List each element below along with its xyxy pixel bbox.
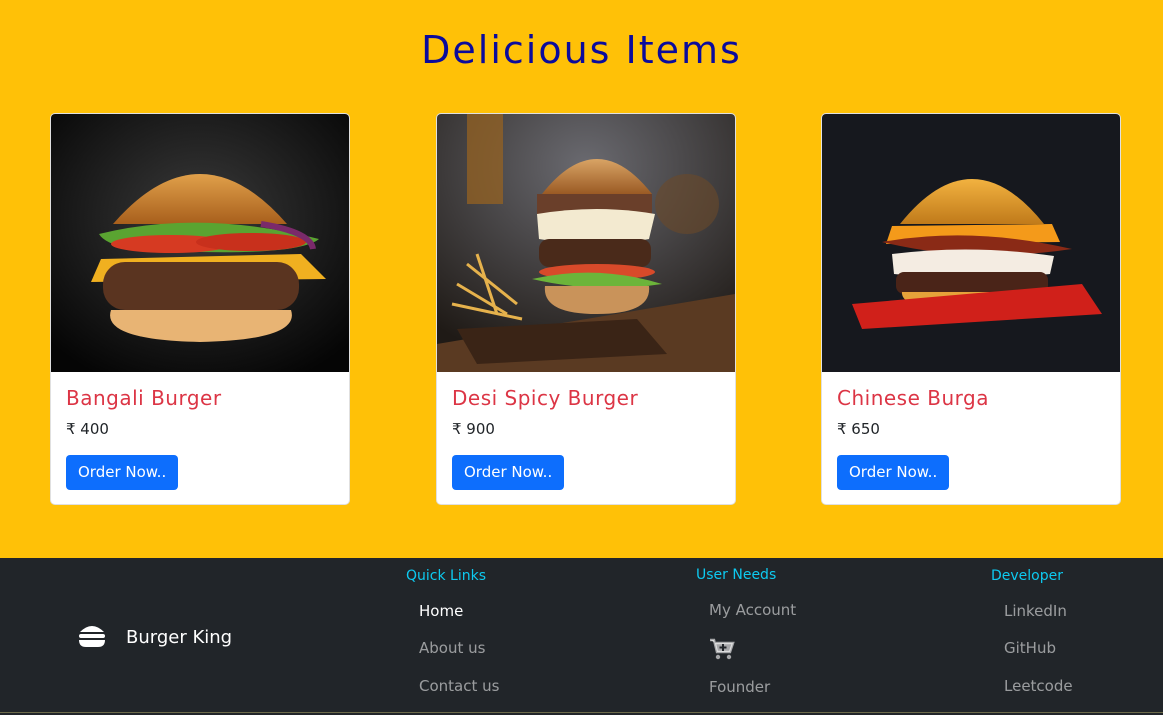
product-card: Desi Spicy Burger ₹ 900 Order Now..: [436, 113, 736, 505]
footer-link-founder[interactable]: Founder: [709, 678, 770, 696]
product-price: ₹ 650: [837, 420, 880, 438]
footer-divider: [0, 712, 1163, 713]
product-price: ₹ 400: [66, 420, 109, 438]
footer-link-github[interactable]: GitHub: [1004, 639, 1056, 657]
user-needs-title: User Needs: [696, 567, 777, 583]
product-card: Chinese Burga ₹ 650 Order Now..: [821, 113, 1121, 505]
footer-link-leetcode[interactable]: Leetcode: [1004, 677, 1073, 695]
order-now-button[interactable]: Order Now..: [452, 455, 565, 490]
product-image: [822, 114, 1120, 372]
items-section: Delicious Items Bangali Burger ₹ 400 Ord…: [0, 0, 1163, 558]
footer-link-linkedin[interactable]: LinkedIn: [1004, 602, 1067, 620]
order-now-button[interactable]: Order Now..: [837, 455, 950, 490]
product-card: Bangali Burger ₹ 400 Order Now..: [50, 113, 350, 505]
product-price: ₹ 900: [452, 420, 495, 438]
footer-link-home[interactable]: Home: [419, 602, 463, 620]
product-image: [51, 114, 349, 372]
product-title: Chinese Burga: [837, 386, 989, 410]
product-image: [437, 114, 735, 372]
order-now-button[interactable]: Order Now..: [66, 455, 179, 490]
burger-icon: [78, 622, 106, 652]
cart-plus-icon[interactable]: [709, 638, 735, 664]
footer-link-about[interactable]: About us: [419, 639, 485, 657]
product-title: Desi Spicy Burger: [452, 386, 639, 410]
footer-brand[interactable]: Burger King: [78, 622, 232, 652]
brand-name: Burger King: [126, 626, 233, 648]
site-footer: Burger King Quick Links Home About us Co…: [0, 558, 1163, 715]
product-title: Bangali Burger: [66, 386, 222, 410]
developer-title: Developer: [991, 568, 1064, 584]
footer-link-contact[interactable]: Contact us: [419, 677, 499, 695]
footer-link-my-account[interactable]: My Account: [709, 601, 796, 619]
section-heading: Delicious Items: [421, 28, 742, 72]
quick-links-title: Quick Links: [406, 568, 487, 584]
